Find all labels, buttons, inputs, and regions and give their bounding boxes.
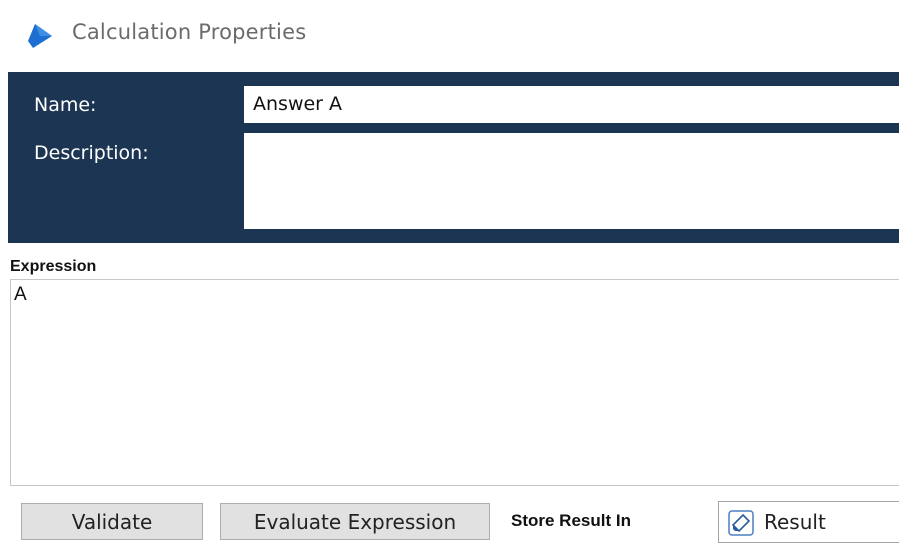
name-label: Name: [34,94,97,116]
properties-panel: Name: Answer A Description: [8,72,899,243]
store-result-field[interactable]: Result [718,501,899,543]
store-result-label: Store Result In [511,511,631,530]
description-field[interactable] [244,133,899,229]
evaluate-expression-button[interactable]: Evaluate Expression [220,503,490,540]
window-title: Calculation Properties [72,20,307,44]
validate-button[interactable]: Validate [21,503,203,540]
name-field[interactable]: Answer A [244,86,899,123]
calculation-app-icon [28,24,52,48]
expression-editor[interactable]: A [10,279,899,486]
description-label: Description: [34,142,149,164]
expression-label: Expression [10,258,97,275]
store-result-value: Result [764,510,826,534]
expression-text: A [14,284,27,305]
variable-icon [728,510,754,536]
title-bar: Calculation Properties [0,0,899,72]
